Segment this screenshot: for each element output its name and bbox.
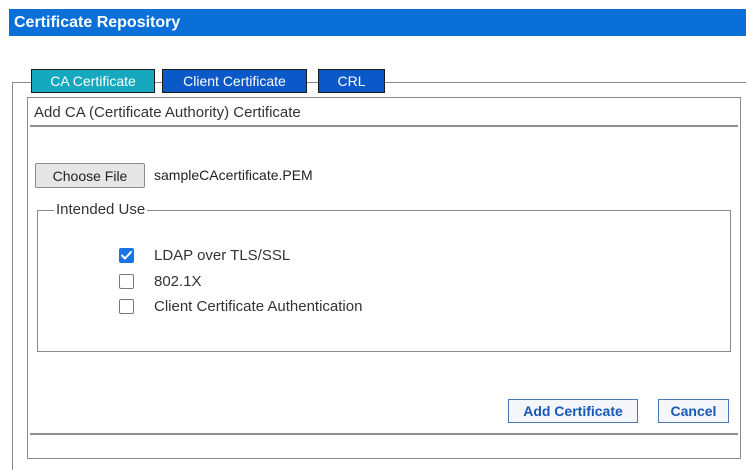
selected-file-name: sampleCAcertificate.PEM bbox=[154, 167, 313, 183]
choose-file-button[interactable]: Choose File bbox=[35, 163, 145, 188]
ldap-label: LDAP over TLS/SSL bbox=[154, 246, 291, 264]
option-ldap-over-tls[interactable]: LDAP over TLS/SSL bbox=[119, 245, 290, 265]
option-802-1x[interactable]: 802.1X bbox=[119, 271, 202, 291]
checkmark-icon bbox=[121, 250, 132, 259]
tab-client-certificate[interactable]: Client Certificate bbox=[162, 69, 307, 93]
client-auth-checkbox[interactable] bbox=[119, 298, 134, 314]
option-client-cert-auth[interactable]: Client Certificate Authentication bbox=[119, 296, 362, 316]
tab-crl[interactable]: CRL bbox=[318, 69, 385, 93]
dot1x-label: 802.1X bbox=[154, 272, 202, 290]
window-title: Certificate Repository bbox=[9, 9, 746, 36]
bottom-divider bbox=[30, 433, 738, 435]
cancel-button[interactable]: Cancel bbox=[658, 399, 729, 423]
heading-divider bbox=[30, 125, 738, 127]
intended-use-legend: Intended Use bbox=[54, 201, 148, 218]
add-certificate-button[interactable]: Add Certificate bbox=[508, 399, 638, 423]
tab-ca-certificate[interactable]: CA Certificate bbox=[31, 69, 155, 93]
dot1x-checkbox[interactable] bbox=[119, 273, 134, 289]
ldap-checkbox[interactable] bbox=[119, 247, 134, 263]
client-auth-label: Client Certificate Authentication bbox=[154, 297, 363, 315]
panel-heading: Add CA (Certificate Authority) Certifica… bbox=[34, 104, 301, 121]
